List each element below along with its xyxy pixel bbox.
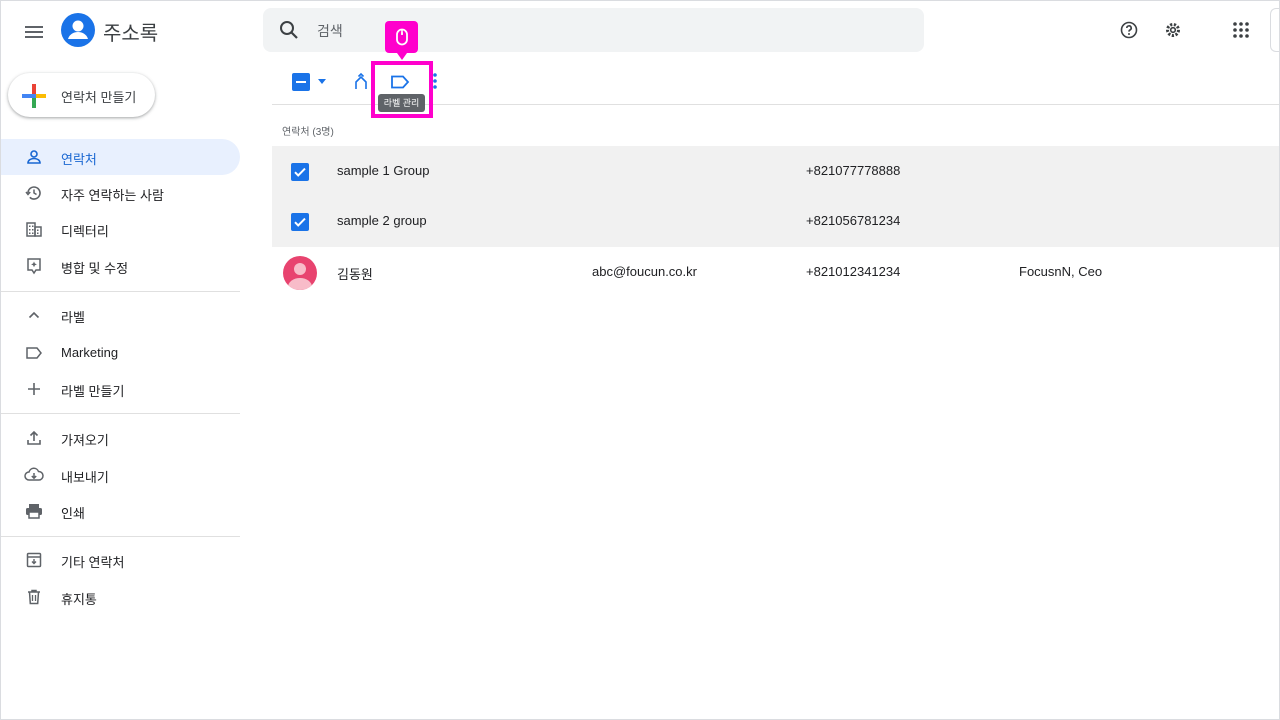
sidebar-item-directory[interactable]: 디렉터리 [0,211,240,247]
plus-icon [24,379,44,399]
contact-name: sample 1 Group [337,163,430,178]
sidebar-item-label: 인쇄 [61,506,85,521]
app-title: 주소록 [103,23,159,45]
merge-icon[interactable] [354,72,368,95]
sidebar-item-label: 가져오기 [61,433,109,448]
account-button[interactable] [1270,8,1280,52]
sidebar-item-label: 기타 연락처 [61,555,125,570]
search-input[interactable]: 검색 [317,21,343,41]
sidebar-item-label: 병합 및 수정 [61,261,129,276]
chevron-up-icon [24,305,44,325]
contact-phone: +821012341234 [806,264,901,279]
mouse-click-icon [385,21,418,60]
sidebar-item-label: Marketing [61,345,119,360]
select-all-checkbox[interactable] [292,73,310,91]
history-icon [24,183,44,203]
create-contact-button[interactable]: 연락처 만들기 [8,73,155,117]
sidebar-labels-title: 라벨 [61,310,85,325]
sidebar-divider [0,291,240,292]
sidebar-item-marketing[interactable]: Marketing [0,335,240,371]
contact-name: sample 2 group [337,213,427,228]
person-icon [24,147,44,167]
help-icon[interactable] [1118,19,1140,41]
print-icon [24,501,44,521]
sidebar-item-other-contacts[interactable]: 기타 연락처 [0,542,240,578]
select-dropdown-icon[interactable] [318,79,326,84]
contact-phone: +821056781234 [806,213,901,228]
sidebar-item-import[interactable]: 가져오기 [0,420,240,456]
table-row[interactable]: 김동원 abc@foucun.co.kr +821012341234 Focus… [272,247,1280,298]
sidebar-item-label: 디렉터리 [61,224,109,239]
building-icon [24,219,44,239]
search-icon[interactable] [279,20,299,45]
sidebar-divider [0,413,240,414]
manage-labels-tooltip: 라벨 관리 [378,94,425,112]
sidebar-item-export[interactable]: 내보내기 [0,457,240,493]
sidebar-item-frequent[interactable]: 자주 연락하는 사람 [0,175,240,211]
sidebar-divider [0,536,240,537]
sidebar-item-label: 내보내기 [61,470,109,485]
sidebar-item-label: 휴지통 [61,592,97,607]
sidebar-item-label: 라벨 만들기 [61,384,125,399]
main-menu-button[interactable] [18,16,50,48]
cloud-download-icon [24,465,44,485]
archive-icon [24,550,44,570]
contact-email: abc@foucun.co.kr [592,264,697,279]
contact-job: FocusnN, Ceo [1019,264,1103,279]
create-contact-label: 연락처 만들기 [61,90,137,105]
sidebar-item-create-label[interactable]: 라벨 만들기 [0,371,240,407]
avatar[interactable] [283,256,317,290]
contacts-logo [61,13,95,47]
row-checkbox[interactable] [291,163,309,181]
row-checkbox[interactable] [291,213,309,231]
table-row[interactable]: sample 1 Group +821077778888 [272,146,1280,197]
sidebar-item-label: 연락처 [61,152,97,167]
apps-grid-icon[interactable] [1230,19,1252,41]
sidebar-labels-header[interactable]: 라벨 [0,297,240,333]
settings-gear-icon[interactable] [1162,19,1184,41]
contacts-count-header: 연락처 (3명) [282,127,334,138]
search-bar[interactable]: 검색 [263,8,924,52]
hamburger-icon [25,26,43,38]
trash-icon [24,587,44,607]
table-row[interactable]: sample 2 group +821056781234 [272,196,1280,247]
sidebar-item-contacts[interactable]: 연락처 [0,139,240,175]
sidebar-item-trash[interactable]: 휴지통 [0,579,240,615]
sidebar-item-merge-fix[interactable]: 병합 및 수정 [0,248,240,284]
merge-fix-icon [24,256,44,276]
label-icon [24,343,44,363]
upload-icon [24,428,44,448]
sidebar-item-print[interactable]: 인쇄 [0,493,240,529]
colorful-plus-icon [22,84,46,113]
contact-name: 김동원 [337,267,373,282]
contact-phone: +821077778888 [806,163,901,178]
sidebar-item-label: 자주 연락하는 사람 [61,188,164,203]
